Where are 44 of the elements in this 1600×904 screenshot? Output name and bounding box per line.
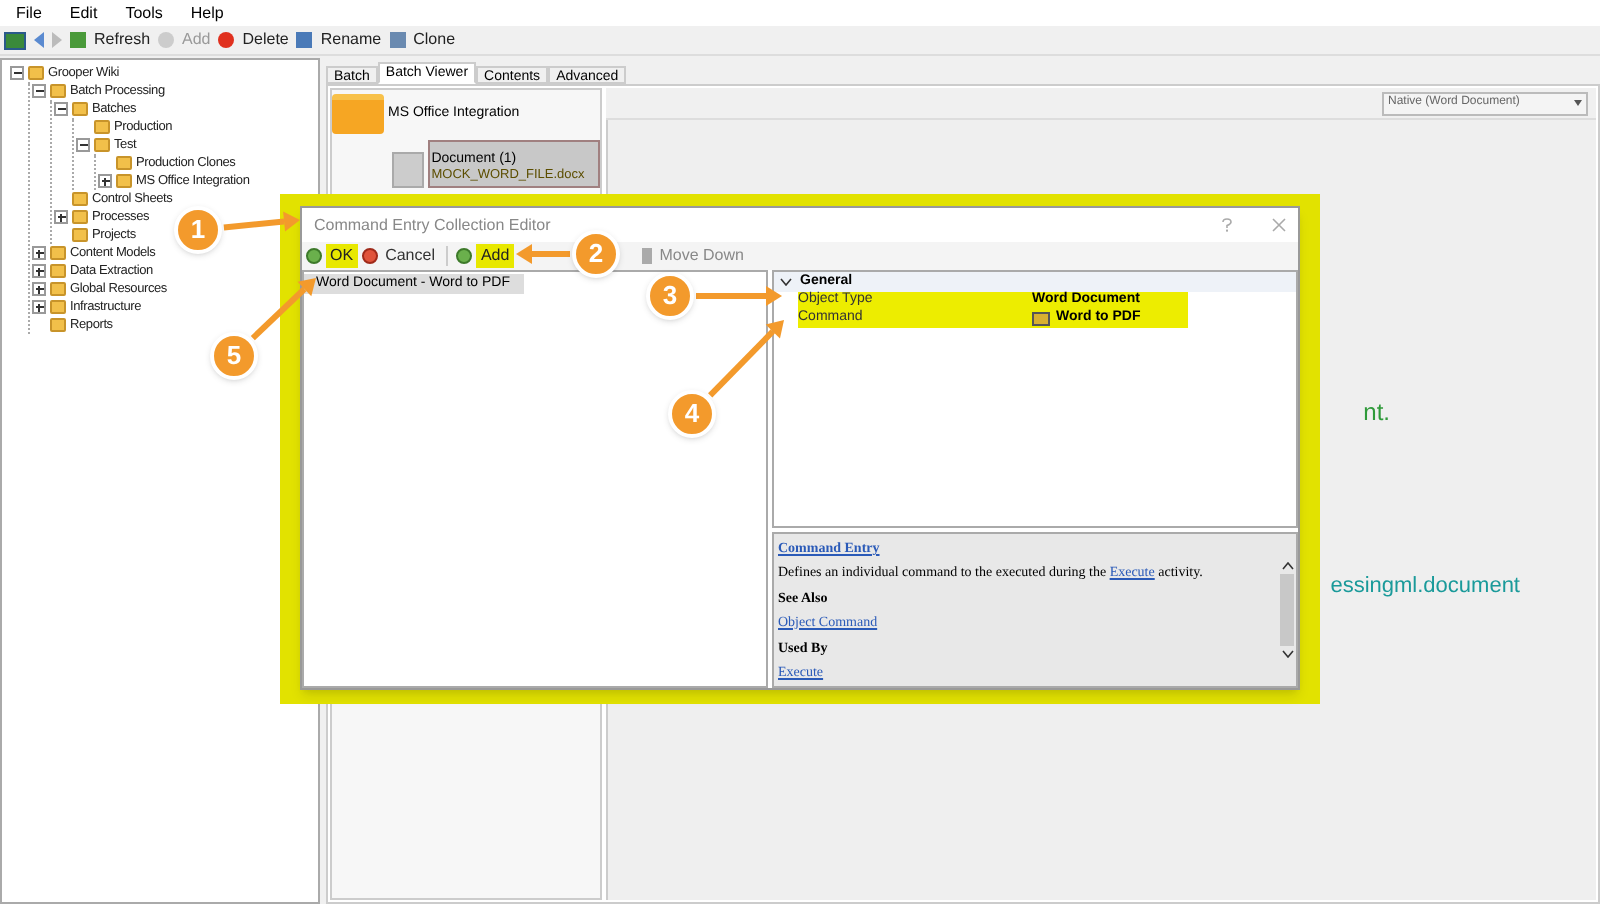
dialog-title: Command Entry Collection Editor [314,213,551,237]
add-icon [456,248,473,264]
preview-text: essingml.document [1330,572,1520,602]
collapse-toggle[interactable] [32,84,46,98]
command-icon [1032,312,1050,326]
callout-arrow [223,211,300,232]
toolbar-button[interactable]: Clone [413,28,456,52]
collapse-toggle[interactable] [54,102,68,116]
expand-toggle[interactable] [32,246,46,260]
scroll-down-icon[interactable] [1281,650,1293,658]
callout-arrow [516,244,570,264]
expand-toggle[interactable] [98,174,112,188]
toolbar-button[interactable]: Delete [242,28,289,52]
document-icon [392,152,424,188]
toolbar-button[interactable]: Add [476,244,514,268]
preview-text: nt. [1363,396,1390,430]
menu-item[interactable]: Tools [125,1,163,25]
callout-arrow [250,278,316,341]
expand-toggle[interactable] [32,300,46,314]
menu-item[interactable]: File [16,1,42,25]
toolbar-button[interactable]: OK [326,244,358,268]
menu-item[interactable]: Edit [69,1,98,25]
expand-toggle[interactable] [32,282,46,296]
expand-toggle[interactable] [54,210,68,224]
scrollbar-thumb[interactable] [1280,574,1294,646]
menu-item[interactable]: Help [190,1,224,25]
scroll-up-icon[interactable] [1281,562,1293,570]
chevron-down-icon[interactable] [780,278,792,286]
back-icon[interactable] [34,32,44,48]
expand-toggle[interactable] [32,264,46,278]
dropdown-caret-icon [1574,100,1582,106]
toolbar-button[interactable]: Refresh [94,28,151,52]
cancel-icon [361,248,378,264]
add-icon [158,32,175,48]
collapse-toggle[interactable] [76,138,90,152]
folder-icon [332,94,384,134]
toolbar-button[interactable]: Rename [320,28,382,52]
collapse-toggle[interactable] [10,66,24,80]
callout-arrow [696,286,782,306]
check-icon [306,248,322,264]
callout-arrow [708,320,784,398]
app-icon[interactable] [4,31,26,49]
delete-icon [218,32,235,48]
toolbar-button[interactable]: Cancel [381,244,439,268]
